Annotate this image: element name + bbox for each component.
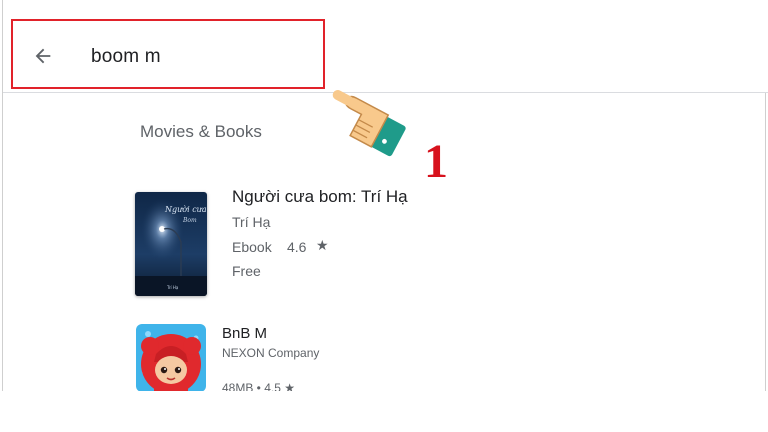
game-character-icon <box>136 324 206 392</box>
book-cover-title: Người cưa <box>164 205 207 214</box>
step-number: 1 <box>424 135 448 188</box>
app-developer: NEXON Company <box>222 346 320 360</box>
book-title[interactable]: Người cưa bom: Trí Hạ <box>232 187 408 207</box>
search-highlight-box <box>11 19 325 89</box>
book-cover-author: Trí Hạ <box>166 285 179 290</box>
book-price: Free <box>232 263 261 279</box>
book-rating: 4.6 <box>287 239 307 255</box>
star-icon: ★ <box>316 237 329 253</box>
pointing-hand-icon <box>330 80 414 160</box>
book-cover[interactable]: Người cưa Bom Trí Hạ <box>135 192 207 296</box>
book-author: Trí Hạ <box>232 214 271 230</box>
list-clip-mask <box>0 391 768 432</box>
app-icon[interactable] <box>136 324 206 392</box>
book-cover-art: Người cưa Bom Trí Hạ <box>135 192 207 296</box>
book-type: Ebook <box>232 239 272 255</box>
book-cover-subtitle: Bom <box>182 217 197 224</box>
section-title: Movies & Books <box>140 122 262 141</box>
app-title[interactable]: BnB M <box>222 325 267 342</box>
